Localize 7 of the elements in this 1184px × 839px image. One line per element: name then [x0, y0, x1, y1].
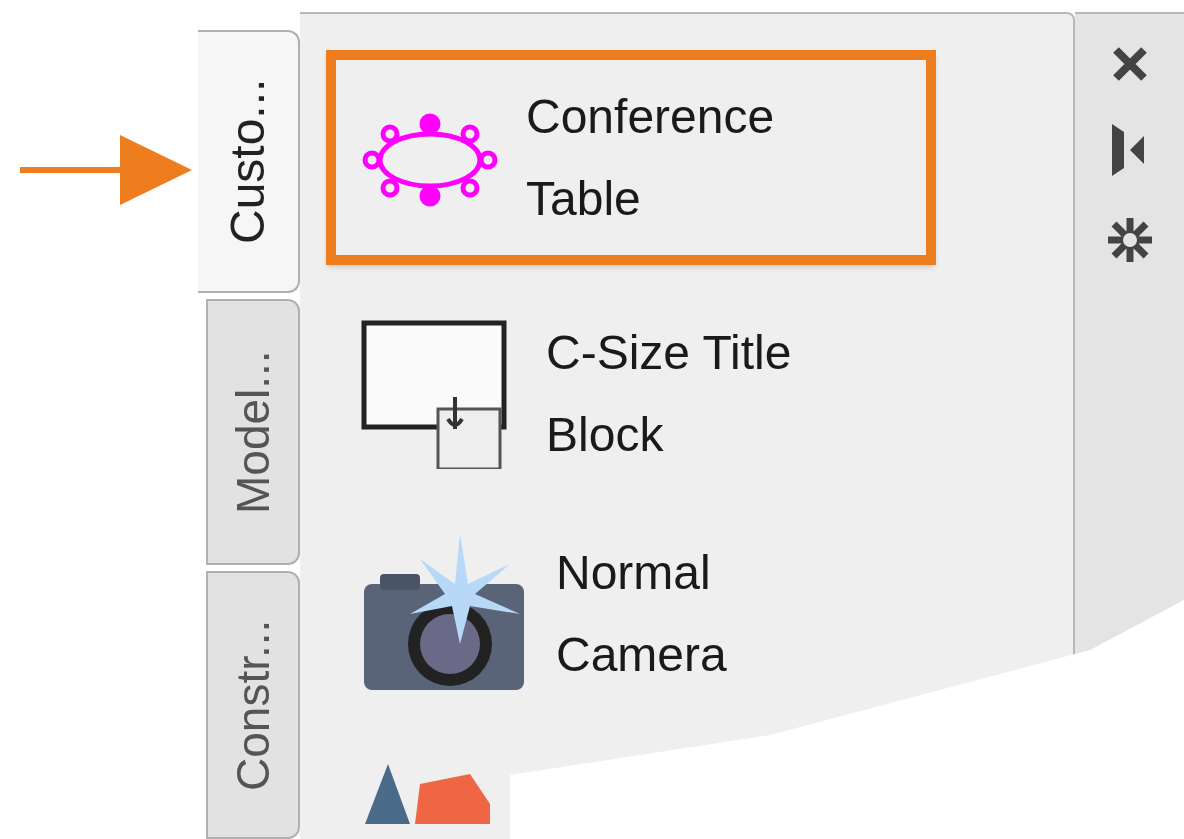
palette-tool[interactable]: Conference Table — [326, 50, 936, 265]
palette-tool[interactable]: C-Size Title Block — [326, 309, 936, 479]
palette-tab[interactable]: Custo... — [198, 30, 300, 293]
palette-tool[interactable]: Normal Camera — [326, 529, 936, 699]
palette-tab[interactable]: Constr... — [206, 571, 300, 839]
palette-tab[interactable]: Model... — [206, 299, 300, 565]
settings-icon[interactable] — [1105, 216, 1154, 264]
